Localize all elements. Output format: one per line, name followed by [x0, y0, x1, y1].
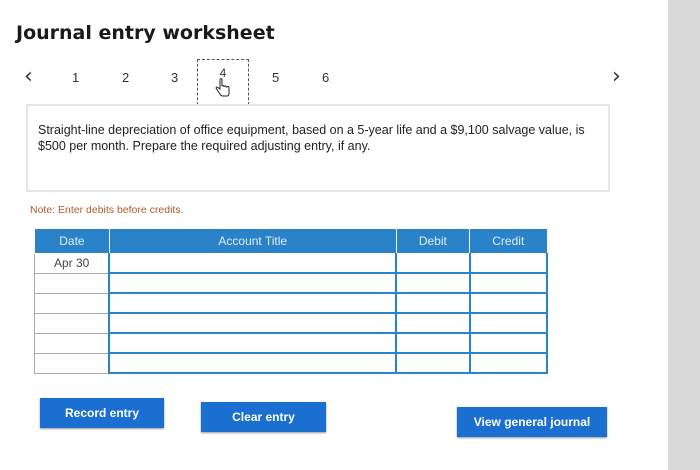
date-cell — [34, 312, 110, 334]
view-general-journal-button[interactable]: View general journal — [457, 407, 607, 437]
table-row — [34, 312, 549, 334]
step-6[interactable]: 6 — [322, 70, 329, 85]
table-row: Apr 30 — [34, 253, 549, 274]
credit-input[interactable] — [468, 253, 549, 274]
credit-input[interactable] — [468, 352, 549, 374]
account-title-input[interactable] — [108, 272, 397, 294]
clear-entry-button[interactable]: Clear entry — [201, 402, 326, 432]
step-4-active[interactable]: 4 — [197, 59, 249, 105]
credit-input[interactable] — [468, 332, 549, 354]
date-cell — [34, 352, 110, 374]
step-4-label: 4 — [219, 66, 227, 80]
chevron-right-icon[interactable]: › — [612, 64, 621, 89]
step-1[interactable]: 1 — [72, 70, 79, 85]
account-title-input[interactable] — [108, 253, 397, 274]
page-title: Journal entry worksheet — [16, 22, 275, 44]
step-2[interactable]: 2 — [122, 70, 129, 85]
header-date: Date — [34, 228, 110, 254]
account-title-input[interactable] — [108, 332, 397, 354]
table-row — [34, 272, 549, 294]
instruction-text: Straight-line depreciation of office equ… — [38, 123, 585, 153]
date-cell — [34, 332, 110, 354]
instruction-box: Straight-line depreciation of office equ… — [26, 104, 610, 192]
debit-input[interactable] — [395, 332, 471, 354]
account-title-input[interactable] — [108, 292, 397, 314]
date-cell — [34, 292, 110, 314]
credit-input[interactable] — [468, 272, 549, 294]
header-debit: Debit — [395, 228, 471, 254]
step-5[interactable]: 5 — [272, 70, 279, 85]
header-account-title: Account Title — [108, 228, 397, 254]
worksheet-page: Journal entry worksheet ‹ 1 2 3 4 5 6 › … — [0, 0, 668, 470]
hand-pointer-icon — [215, 78, 230, 97]
record-entry-button[interactable]: Record entry — [40, 398, 164, 428]
step-3[interactable]: 3 — [171, 70, 178, 85]
table-row — [34, 292, 549, 314]
credit-input[interactable] — [468, 292, 549, 314]
journal-table: Date Account Title Debit Credit Apr 30 — [34, 228, 549, 374]
date-cell — [34, 272, 110, 294]
debit-input[interactable] — [395, 253, 471, 274]
date-cell: Apr 30 — [34, 253, 110, 274]
debit-input[interactable] — [395, 352, 471, 374]
debit-input[interactable] — [395, 272, 471, 294]
account-title-input[interactable] — [108, 312, 397, 334]
header-credit: Credit — [469, 228, 548, 254]
account-title-input[interactable] — [108, 352, 397, 374]
table-header-row: Date Account Title Debit Credit — [34, 228, 548, 254]
credit-input[interactable] — [468, 312, 549, 334]
chevron-left-icon[interactable]: ‹ — [24, 64, 33, 89]
note-text: Note: Enter debits before credits. — [30, 204, 184, 216]
table-row — [34, 352, 549, 374]
debit-input[interactable] — [395, 312, 471, 334]
debit-input[interactable] — [395, 292, 471, 314]
table-row — [34, 332, 549, 354]
